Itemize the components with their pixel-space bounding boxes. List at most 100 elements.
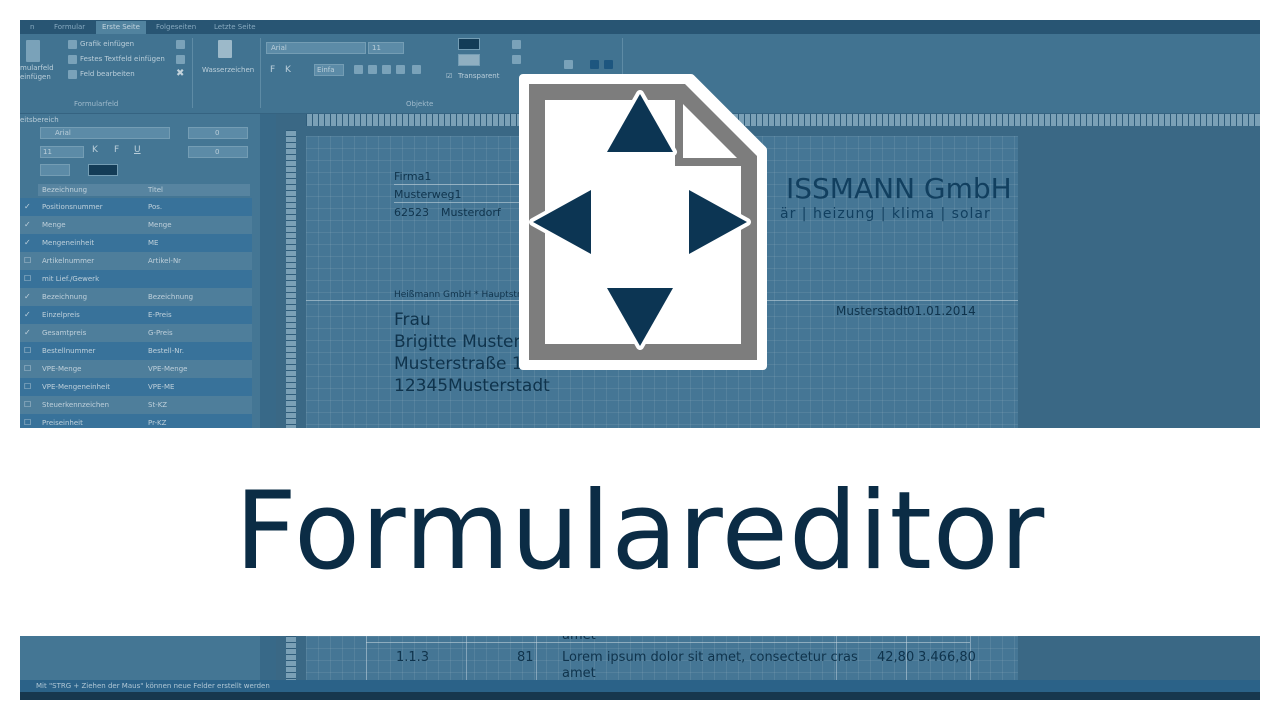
- lock-icon[interactable]: [590, 60, 599, 69]
- panel-underline-button[interactable]: U: [134, 145, 141, 155]
- position-cell[interactable]: 1.1.3: [396, 650, 429, 665]
- field-title-cell[interactable]: Artikel-Nr: [148, 252, 181, 270]
- company-zip[interactable]: 62523: [394, 206, 429, 219]
- table-row[interactable]: ✓ Gesamtpreis G-Preis: [20, 324, 252, 342]
- spinner-2[interactable]: 0: [188, 146, 248, 158]
- fill-color-swatch[interactable]: [458, 38, 480, 50]
- checkbox-checked-icon[interactable]: ✓: [24, 221, 32, 229]
- table-row[interactable]: ☐ VPE-Menge VPE-Menge: [20, 360, 252, 378]
- field-name-cell: VPE-Menge: [42, 365, 82, 373]
- table-row[interactable]: ☐ VPE-Mengeneinheit VPE-ME: [20, 378, 252, 396]
- font-size-select[interactable]: 11: [368, 42, 404, 54]
- company-city[interactable]: Musterdorf: [441, 206, 501, 219]
- delete-icon[interactable]: ✖: [176, 68, 184, 79]
- transparent-checkbox[interactable]: ☑: [446, 72, 452, 80]
- place-field[interactable]: Musterstadt: [836, 304, 908, 318]
- border-icon[interactable]: [412, 65, 421, 74]
- form-canvas-lower[interactable]: amet 1.1.3 81 Lorem ipsum dolor sit amet…: [276, 636, 1260, 681]
- quantity-cell[interactable]: 81: [517, 650, 534, 665]
- align-left-icon[interactable]: [354, 65, 363, 74]
- field-title-cell[interactable]: ME: [148, 234, 158, 252]
- align-justify-icon[interactable]: [396, 65, 405, 74]
- table-row[interactable]: ☐ Bestellnummer Bestell-Nr.: [20, 342, 252, 360]
- workspace-panel: eitsbereich Arial 11 K F U 0 0 Bezeichnu…: [20, 114, 260, 428]
- checkbox-checked-icon[interactable]: ✓: [24, 203, 32, 211]
- checkbox-empty-icon[interactable]: ☐: [24, 347, 32, 355]
- recipient-city[interactable]: Musterstadt: [448, 376, 550, 396]
- checkbox-empty-icon[interactable]: ☐: [24, 419, 32, 427]
- panel-size-select[interactable]: 11: [40, 146, 84, 158]
- field-title-cell[interactable]: Pos.: [148, 198, 162, 216]
- table-row[interactable]: ✓ Einzelpreis E-Preis: [20, 306, 252, 324]
- recipient-salutation[interactable]: Frau: [394, 310, 431, 330]
- date-field[interactable]: 01.01.2014: [907, 304, 976, 318]
- insert-textfield-button[interactable]: Festes Textfeld einfügen: [80, 55, 165, 63]
- spinner-1[interactable]: 0: [188, 127, 248, 139]
- paste-icon[interactable]: [176, 55, 185, 64]
- field-name-cell: Steuerkennzeichen: [42, 401, 110, 409]
- italic-button[interactable]: K: [285, 65, 291, 75]
- checkbox-empty-icon[interactable]: ☐: [24, 275, 32, 283]
- insert-formfield-button[interactable]: mularfeld einfügen: [20, 64, 54, 82]
- table-row[interactable]: ☐ mit Lief./Gewerk: [20, 270, 252, 288]
- arrange-icon[interactable]: [512, 55, 521, 64]
- tab-letzte-seite[interactable]: Letzte Seite: [208, 21, 262, 34]
- total-price-cell[interactable]: 3.466,80: [918, 650, 976, 665]
- align-right-icon[interactable]: [382, 65, 391, 74]
- field-title-cell[interactable]: Bezeichnung: [148, 288, 193, 306]
- checkbox-empty-icon[interactable]: ☐: [24, 401, 32, 409]
- table-row[interactable]: ✓ Mengeneinheit ME: [20, 234, 252, 252]
- panel-color-select[interactable]: [40, 164, 70, 176]
- panel-splitter[interactable]: [260, 114, 276, 428]
- arrange-icon[interactable]: [512, 40, 521, 49]
- panel-splitter[interactable]: [260, 636, 276, 680]
- line-style-select[interactable]: Einfa: [314, 64, 344, 76]
- checkbox-empty-icon[interactable]: ☐: [24, 365, 32, 373]
- bold-button[interactable]: F: [270, 65, 275, 75]
- checkbox-checked-icon[interactable]: ✓: [24, 329, 32, 337]
- company-line2[interactable]: Musterweg1: [394, 188, 462, 201]
- insert-image-button[interactable]: Grafik einfügen: [80, 40, 134, 48]
- align-center-icon[interactable]: [368, 65, 377, 74]
- checkbox-empty-icon[interactable]: ☐: [24, 383, 32, 391]
- field-title-cell[interactable]: Pr-KZ: [148, 414, 166, 428]
- company-line1[interactable]: Firma1: [394, 170, 431, 183]
- font-name-select[interactable]: Arial: [266, 42, 366, 54]
- panel-font-select[interactable]: Arial: [40, 127, 170, 139]
- watermark-button[interactable]: Wasserzeichen: [202, 66, 254, 74]
- tab-erste-seite[interactable]: Erste Seite: [96, 21, 146, 34]
- lock-icon[interactable]: [604, 60, 613, 69]
- tab-folgeseiten[interactable]: Folgeseiten: [150, 21, 202, 34]
- checkbox-checked-icon[interactable]: ✓: [24, 311, 32, 319]
- panel-italic-button[interactable]: K: [92, 145, 98, 155]
- field-title-cell[interactable]: VPE-Menge: [148, 360, 188, 378]
- move-icon[interactable]: [564, 60, 573, 69]
- field-title-cell[interactable]: E-Preis: [148, 306, 172, 324]
- sender-line[interactable]: Heißmann GmbH * Hauptstra: [394, 290, 526, 300]
- field-title-cell[interactable]: Menge: [148, 216, 172, 234]
- tab-file[interactable]: n: [24, 21, 40, 34]
- form-page-lower[interactable]: amet 1.1.3 81 Lorem ipsum dolor sit amet…: [306, 636, 1018, 681]
- description-cell[interactable]: Lorem ipsum dolor sit amet, consectetur …: [562, 650, 858, 665]
- table-row[interactable]: ✓ Menge Menge: [20, 216, 252, 234]
- copy-icon[interactable]: [176, 40, 185, 49]
- edit-field-button[interactable]: Feld bearbeiten: [80, 70, 135, 78]
- table-row[interactable]: ✓ Bezeichnung Bezeichnung: [20, 288, 252, 306]
- field-title-cell[interactable]: VPE-ME: [148, 378, 174, 396]
- panel-fill-select[interactable]: [88, 164, 118, 176]
- checkbox-checked-icon[interactable]: ✓: [24, 293, 32, 301]
- line-color-swatch[interactable]: [458, 54, 480, 66]
- panel-bold-button[interactable]: F: [114, 145, 119, 155]
- checkbox-empty-icon[interactable]: ☐: [24, 257, 32, 265]
- table-row[interactable]: ✓ Positionsnummer Pos.: [20, 198, 252, 216]
- checkbox-checked-icon[interactable]: ✓: [24, 239, 32, 247]
- field-title-cell[interactable]: Bestell-Nr.: [148, 342, 184, 360]
- table-row[interactable]: ☐ Preiseinheit Pr-KZ: [20, 414, 252, 428]
- unit-price-cell[interactable]: 42,80: [877, 650, 914, 665]
- tab-formular[interactable]: Formular: [48, 21, 91, 34]
- field-title-cell[interactable]: St-KZ: [148, 396, 167, 414]
- recipient-zip[interactable]: 12345: [394, 376, 448, 396]
- table-row[interactable]: ☐ Steuerkennzeichen St-KZ: [20, 396, 252, 414]
- table-row[interactable]: ☐ Artikelnummer Artikel-Nr: [20, 252, 252, 270]
- field-title-cell[interactable]: G-Preis: [148, 324, 173, 342]
